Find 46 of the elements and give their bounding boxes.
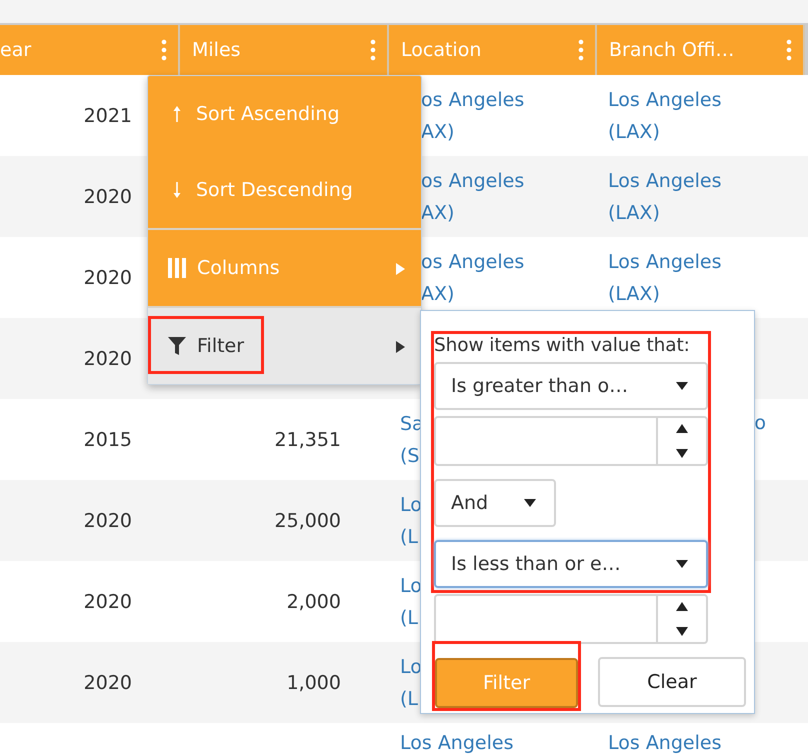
year-cell-text: 2021 <box>84 104 132 128</box>
year-cell-text: 2020 <box>84 346 132 372</box>
location-link[interactable]: os Angeles AX) <box>421 164 524 228</box>
year-cell-text: 2015 <box>84 428 132 452</box>
filter-prompt: Show items with value that: <box>434 334 691 358</box>
year-cell-text: 2020 <box>84 266 132 290</box>
branch-office-link[interactable]: Los Angeles (LAX) <box>608 246 722 310</box>
year-cell-text: 2020 <box>84 184 132 210</box>
more-icon[interactable] <box>161 39 167 61</box>
caret-icon <box>524 499 536 507</box>
more-icon[interactable] <box>370 39 376 61</box>
year-cell-text: 2020 <box>84 508 132 534</box>
value-input[interactable] <box>434 416 708 466</box>
location-link[interactable]: os Angeles AX) <box>421 246 524 310</box>
miles-cell-text: 25,000 <box>274 508 341 534</box>
funnel-icon <box>168 337 186 355</box>
columns-icon <box>168 258 186 278</box>
menu-item[interactable]: Filter <box>148 306 421 384</box>
location-link[interactable]: Lo (L <box>400 650 422 714</box>
caret-icon <box>676 382 688 390</box>
more-icon[interactable] <box>578 39 584 61</box>
arrow-up-icon <box>172 105 182 123</box>
submenu-arrow-icon <box>396 341 405 353</box>
spinner-arrows-icon[interactable] <box>676 424 688 458</box>
branch-office-link[interactable]: o <box>754 407 766 439</box>
value-input[interactable] <box>434 594 708 644</box>
operator-dropdown[interactable]: Is less than or e… <box>434 540 708 588</box>
branch-office-link[interactable]: Los Angeles (LAX) <box>608 164 722 228</box>
location-link[interactable]: Lo (L <box>400 488 422 552</box>
location-link[interactable]: Los Angeles <box>400 732 514 754</box>
submenu-arrow-icon <box>396 263 405 275</box>
branch-office-link[interactable]: Los Angeles <box>608 732 722 754</box>
branch-office-link[interactable]: Los Angeles (LAX) <box>608 84 722 148</box>
operator-dropdown[interactable]: Is greater than o… <box>434 362 708 410</box>
year-cell-text: 2020 <box>84 590 132 614</box>
spinner-arrows-icon[interactable] <box>676 602 688 636</box>
location-link[interactable]: Lo (L <box>400 570 422 634</box>
more-icon[interactable] <box>786 39 792 61</box>
miles-cell-text: 1,000 <box>286 670 341 696</box>
clear-button[interactable]: Clear <box>598 657 746 707</box>
year-cell-text: 2020 <box>84 670 132 696</box>
arrow-down-icon <box>172 181 182 199</box>
logic-dropdown[interactable]: And <box>434 479 556 527</box>
location-link[interactable]: os Angeles AX) <box>421 84 524 148</box>
miles-cell-text: 2,000 <box>286 590 341 614</box>
miles-cell-text: 21,351 <box>274 428 341 452</box>
